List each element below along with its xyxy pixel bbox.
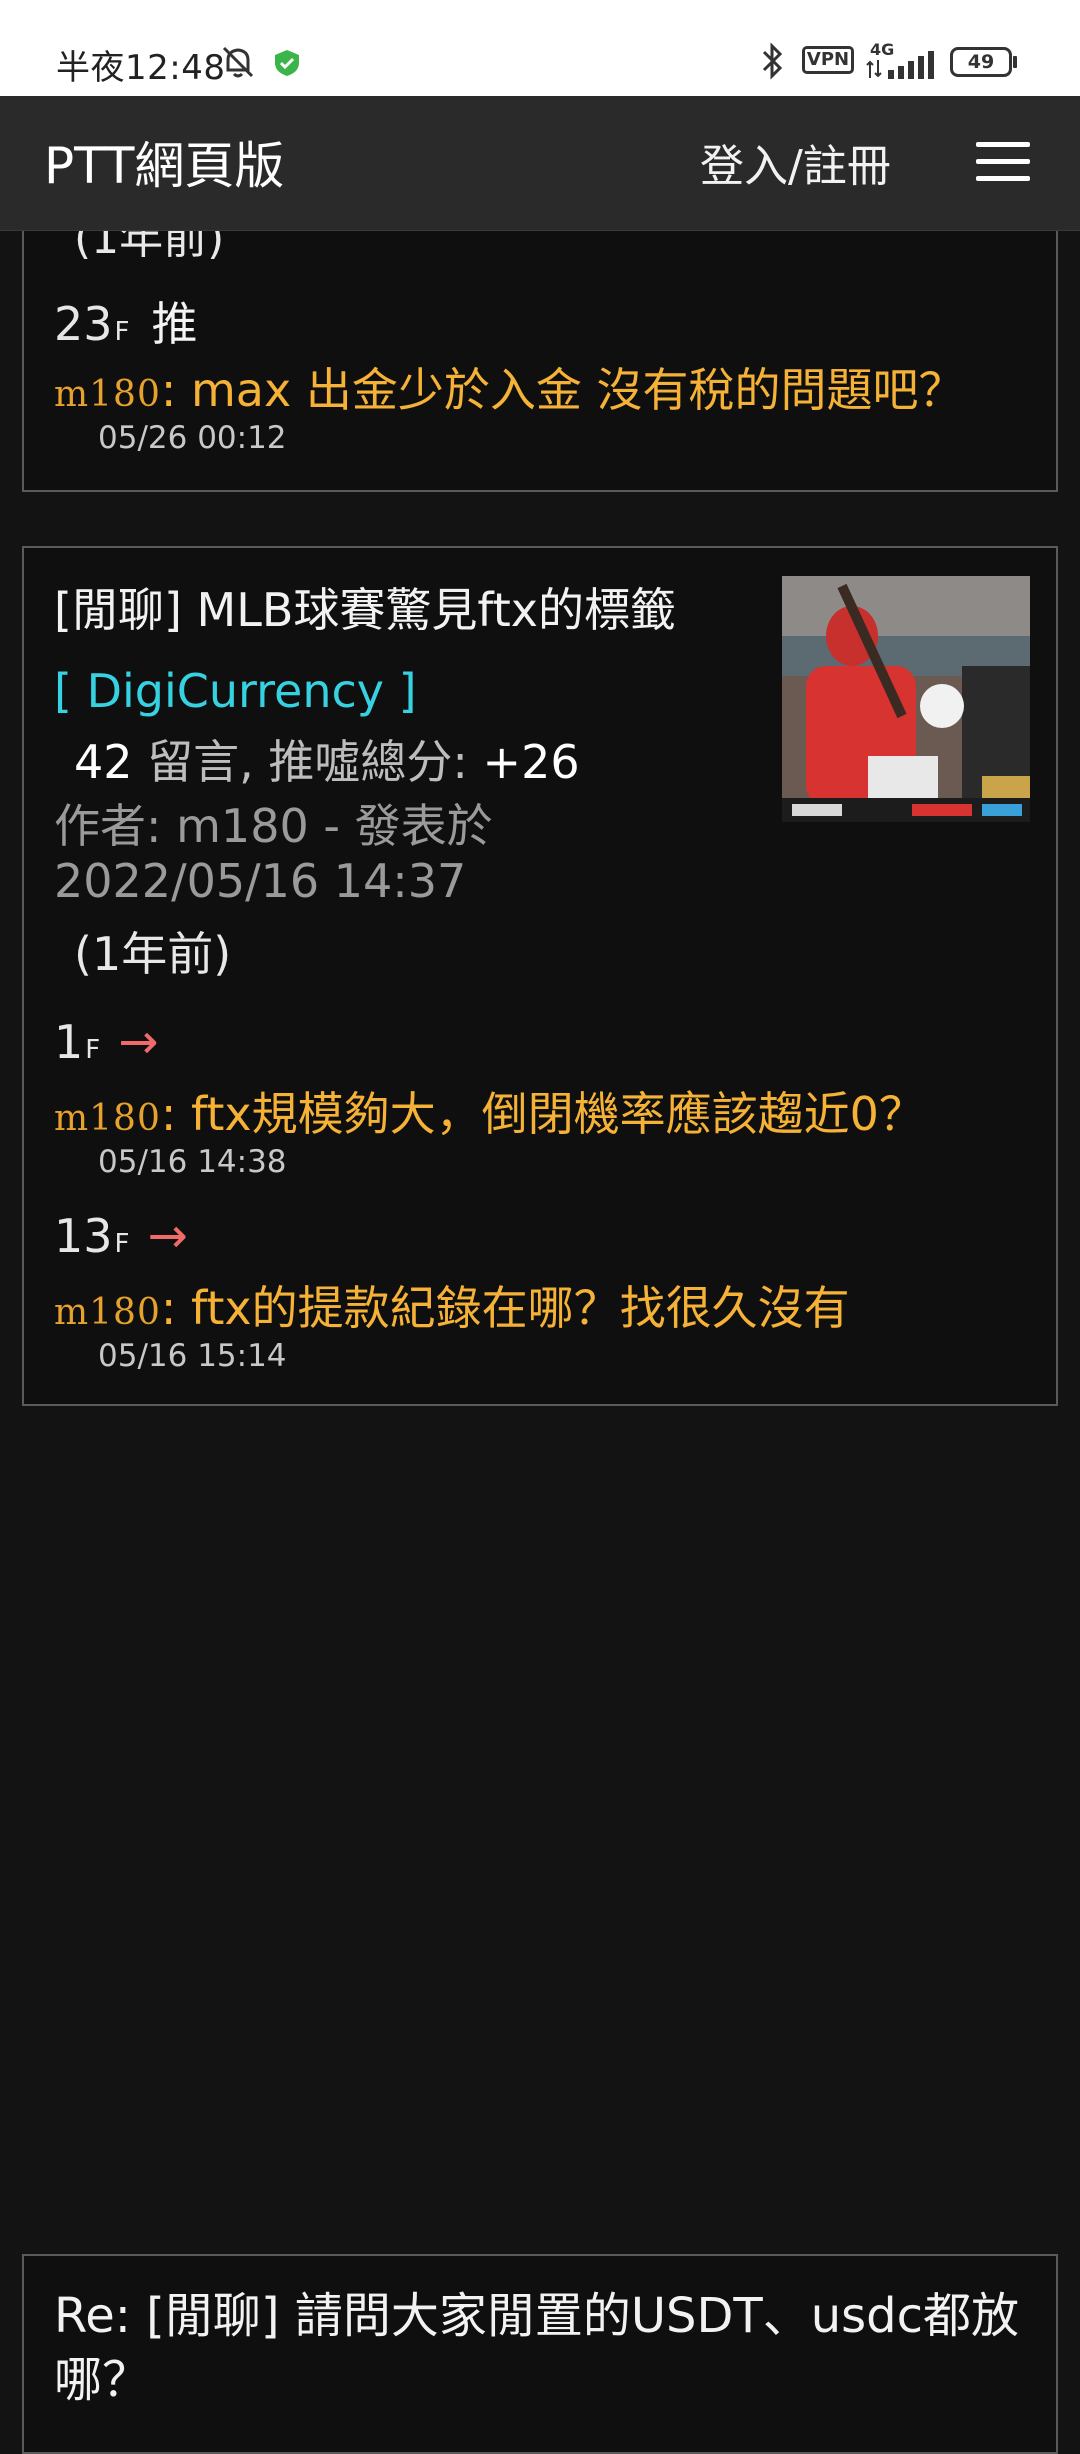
comment-text: m180: ftx規模夠大，倒閉機率應該趨近0？	[54, 1078, 925, 1144]
app-header: PTT網頁版 登入/註冊	[0, 96, 1080, 231]
comment-time: 05/16 15:14	[98, 1338, 287, 1374]
comment-floor: 1F →	[54, 1014, 158, 1070]
mute-bell-icon	[222, 46, 254, 78]
vpn-label: VPN	[806, 49, 850, 70]
comment-user[interactable]: m180	[54, 1098, 161, 1139]
battery-icon: 49	[950, 47, 1012, 77]
post-stats: 42 留言, 推噓總分: +26	[74, 726, 580, 792]
post-age: (1年前)	[74, 927, 232, 981]
post-card-next[interactable]: Re: [閒聊] 請問大家閒置的USDT、usdc都放哪？	[22, 2254, 1058, 2454]
status-bar: 半夜12:48 VPN 4G 49	[0, 0, 1080, 96]
comment-body: : ftx規模夠大，倒閉機率應該趨近0？	[160, 1087, 925, 1141]
floor-number: 1	[54, 1015, 84, 1069]
push-score: +26	[482, 735, 580, 789]
comment-body: : ftx的提款紀錄在哪？找很久沒有	[160, 1281, 850, 1335]
comment-user[interactable]: m180	[54, 1292, 161, 1333]
battery-tip	[1013, 56, 1017, 68]
comment-body: : max 出金少於入金 沒有稅的問題吧？	[160, 363, 965, 417]
floor-number: 23	[54, 297, 113, 351]
comment-text: m180: ftx的提款紀錄在哪？找很久沒有	[54, 1272, 850, 1338]
post-thumbnail[interactable]	[782, 576, 1030, 822]
comment-time: 05/16 14:38	[98, 1144, 287, 1180]
arrow-tag: →	[118, 1014, 159, 1070]
comment-user[interactable]: m180	[54, 374, 161, 415]
vpn-badge: VPN	[802, 46, 854, 74]
hamburger-menu-icon[interactable]	[976, 142, 1030, 182]
baseball-player-thumbnail-icon	[782, 576, 1030, 822]
status-time: 半夜12:48	[56, 48, 226, 88]
bluetooth-icon	[762, 42, 783, 80]
comment-floor: 13F →	[54, 1208, 188, 1264]
floor-suffix: F	[114, 1229, 130, 1259]
comment-time: 05/26 00:12	[98, 420, 287, 456]
comment-floor: 23F 推	[54, 288, 198, 354]
floor-suffix: F	[85, 1035, 101, 1065]
comment-text: m180: max 出金少於入金 沒有稅的問題吧？	[54, 354, 964, 420]
push-tag: 推	[151, 297, 198, 351]
post-date: 2022/05/16 14:37	[54, 854, 467, 908]
signal-icon	[866, 51, 934, 79]
board-name[interactable]: [ DigiCurrency ]	[54, 664, 417, 718]
battery-level: 49	[967, 51, 995, 73]
post-author: 作者: m180 - 發表於	[54, 799, 493, 853]
comment-count: 42	[74, 735, 133, 789]
login-register-link[interactable]: 登入/註冊	[700, 130, 891, 194]
app-title[interactable]: PTT網頁版	[44, 126, 284, 198]
post-card[interactable]: [閒聊] MLB球賽驚見ftx的標籤 [ DigiCurrency ] 42 留…	[22, 546, 1058, 1406]
stats-label: 留言, 推噓總分:	[132, 735, 483, 789]
floor-number: 13	[54, 1209, 113, 1263]
arrow-tag: →	[147, 1208, 188, 1264]
post-title[interactable]: [閒聊] MLB球賽驚見ftx的標籤	[54, 574, 754, 640]
floor-suffix: F	[114, 317, 130, 347]
post-title[interactable]: Re: [閒聊] 請問大家閒置的USDT、usdc都放哪？	[54, 2284, 1034, 2412]
shield-check-icon	[275, 50, 299, 76]
